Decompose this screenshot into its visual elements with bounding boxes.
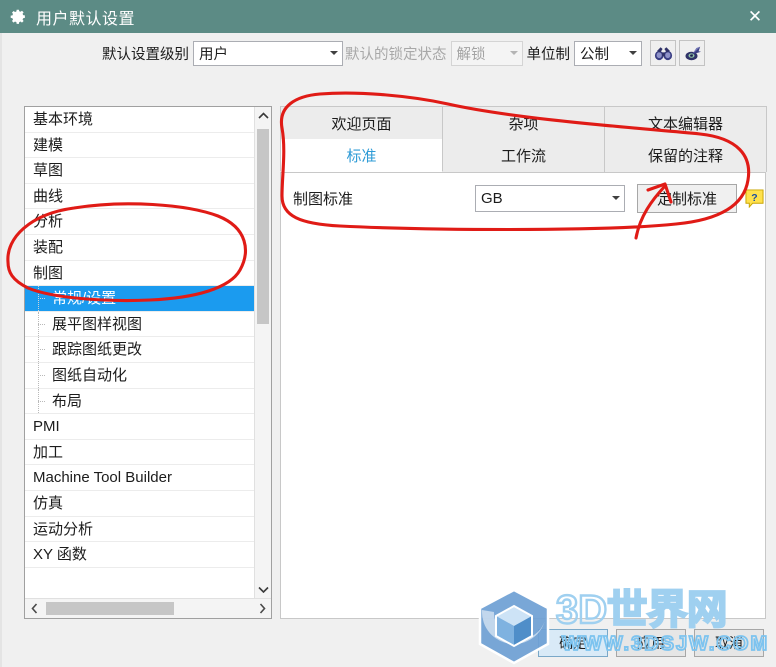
chevron-up-icon[interactable] [255, 107, 271, 124]
tree-scroll-area: 基本环境 建模 草图 曲线 分析 装配 制图 常规/设置 展平图样视图 跟踪图纸更改 图纸自动化 布局… [25, 107, 271, 598]
tab[interactable]: 杂项 [442, 106, 605, 139]
settings-tree-panel: 基本环境 建模 草图 曲线 分析 装配 制图 常规/设置 展平图样视图 跟踪图纸更改 图纸自动化 布局… [24, 106, 272, 619]
settings-tab-panel: 欢迎页面 杂项 文本编辑器 标准 工作流 保留的注释 制图标准 GB 定制标准 ? [280, 106, 767, 619]
settings-toolbar: 默认设置级别 用户 默认的锁定状态 解锁 单位制 公制 [2, 33, 776, 73]
default-level-value: 用户 [199, 46, 228, 63]
chevron-left-icon[interactable] [25, 599, 43, 618]
tree-vertical-scrollbar[interactable] [254, 107, 271, 598]
chevron-down-icon [326, 51, 342, 55]
cancel-button[interactable]: 取消 [694, 629, 764, 657]
tree-item[interactable]: 建模 [25, 133, 254, 159]
units-label: 单位制 [526, 46, 571, 63]
svg-text:?: ? [751, 192, 757, 203]
chevron-right-icon[interactable] [253, 599, 271, 618]
tree-item[interactable]: 装配 [25, 235, 254, 261]
default-level-label: 默认设置级别 [102, 46, 189, 63]
units-combo[interactable]: 公制 [574, 40, 642, 66]
tree-item[interactable]: 常规/设置 [25, 286, 254, 312]
arrow-pick-icon [685, 46, 701, 60]
tree-horizontal-scrollbar[interactable] [25, 598, 271, 618]
settings-tree-list: 基本环境 建模 草图 曲线 分析 装配 制图 常规/设置 展平图样视图 跟踪图纸更改 图纸自动化 布局… [25, 107, 254, 598]
window-titlebar: 用户默认设置 ✕ [0, 0, 776, 33]
tree-item[interactable]: Machine Tool Builder [25, 465, 254, 491]
tree-item[interactable]: PMI [25, 414, 254, 440]
chevron-down-icon[interactable] [255, 581, 271, 598]
main-area: 基本环境 建模 草图 曲线 分析 装配 制图 常规/设置 展平图样视图 跟踪图纸更改 图纸自动化 布局… [2, 73, 776, 667]
dialog-button-bar: 确定 应用 取消 [2, 619, 776, 667]
tab[interactable]: 保留的注释 [604, 139, 767, 172]
tree-item[interactable]: XY 函数 [25, 542, 254, 568]
tab[interactable]: 欢迎页面 [280, 106, 443, 139]
apply-button[interactable]: 应用 [616, 629, 686, 657]
tree-item[interactable]: 运动分析 [25, 517, 254, 543]
drafting-standard-value: GB [481, 189, 503, 207]
close-button[interactable]: ✕ [734, 0, 776, 33]
tree-item[interactable]: 分析 [25, 209, 254, 235]
lock-state-value: 解锁 [456, 46, 486, 63]
tree-item[interactable]: 布局 [25, 388, 254, 415]
drafting-standard-combo[interactable]: GB [475, 184, 625, 212]
tree-item[interactable]: 制图 [25, 261, 254, 287]
ok-button[interactable]: 确定 [538, 629, 608, 657]
window-title: 用户默认设置 [36, 10, 136, 28]
tree-item[interactable]: 加工 [25, 440, 254, 466]
gear-icon [10, 9, 25, 24]
default-level-combo[interactable]: 用户 [193, 40, 343, 66]
chevron-down-icon [625, 51, 641, 55]
tab[interactable]: 标准 [280, 139, 443, 172]
tree-scrollbar-thumb[interactable] [257, 129, 269, 324]
units-value: 公制 [580, 46, 609, 63]
tree-item[interactable]: 仿真 [25, 491, 254, 517]
tab[interactable]: 工作流 [442, 139, 605, 172]
tree-item[interactable]: 展平图样视图 [25, 311, 254, 338]
window-body: 默认设置级别 用户 默认的锁定状态 解锁 单位制 公制 基本环境 建模 草图 曲… [0, 33, 776, 667]
drafting-standard-label: 制图标准 [293, 190, 354, 208]
tree-hscrollbar-thumb[interactable] [46, 602, 174, 615]
tree-item[interactable]: 基本环境 [25, 107, 254, 133]
tree-item[interactable]: 图纸自动化 [25, 362, 254, 389]
tab[interactable]: 文本编辑器 [604, 106, 767, 139]
lock-state-label: 默认的锁定状态 [345, 46, 447, 63]
find-settings-button[interactable] [650, 40, 676, 66]
tab-content-standard: 制图标准 GB 定制标准 ? [280, 172, 766, 619]
chevron-down-icon [608, 196, 624, 200]
binoculars-icon [654, 46, 672, 60]
help-bubble-icon[interactable]: ? [745, 188, 764, 208]
tree-item[interactable]: 跟踪图纸更改 [25, 337, 254, 363]
lock-state-combo: 解锁 [450, 40, 523, 66]
pick-settings-button[interactable] [679, 40, 705, 66]
chevron-down-icon [506, 51, 522, 55]
customize-standard-button[interactable]: 定制标准 [637, 183, 737, 213]
tab-row-primary: 欢迎页面 杂项 文本编辑器 [280, 106, 767, 139]
tab-row-secondary: 标准 工作流 保留的注释 [280, 139, 767, 172]
tree-item[interactable]: 草图 [25, 158, 254, 184]
drafting-standard-row: 制图标准 GB 定制标准 ? [281, 182, 765, 214]
tree-item[interactable]: 曲线 [25, 184, 254, 210]
